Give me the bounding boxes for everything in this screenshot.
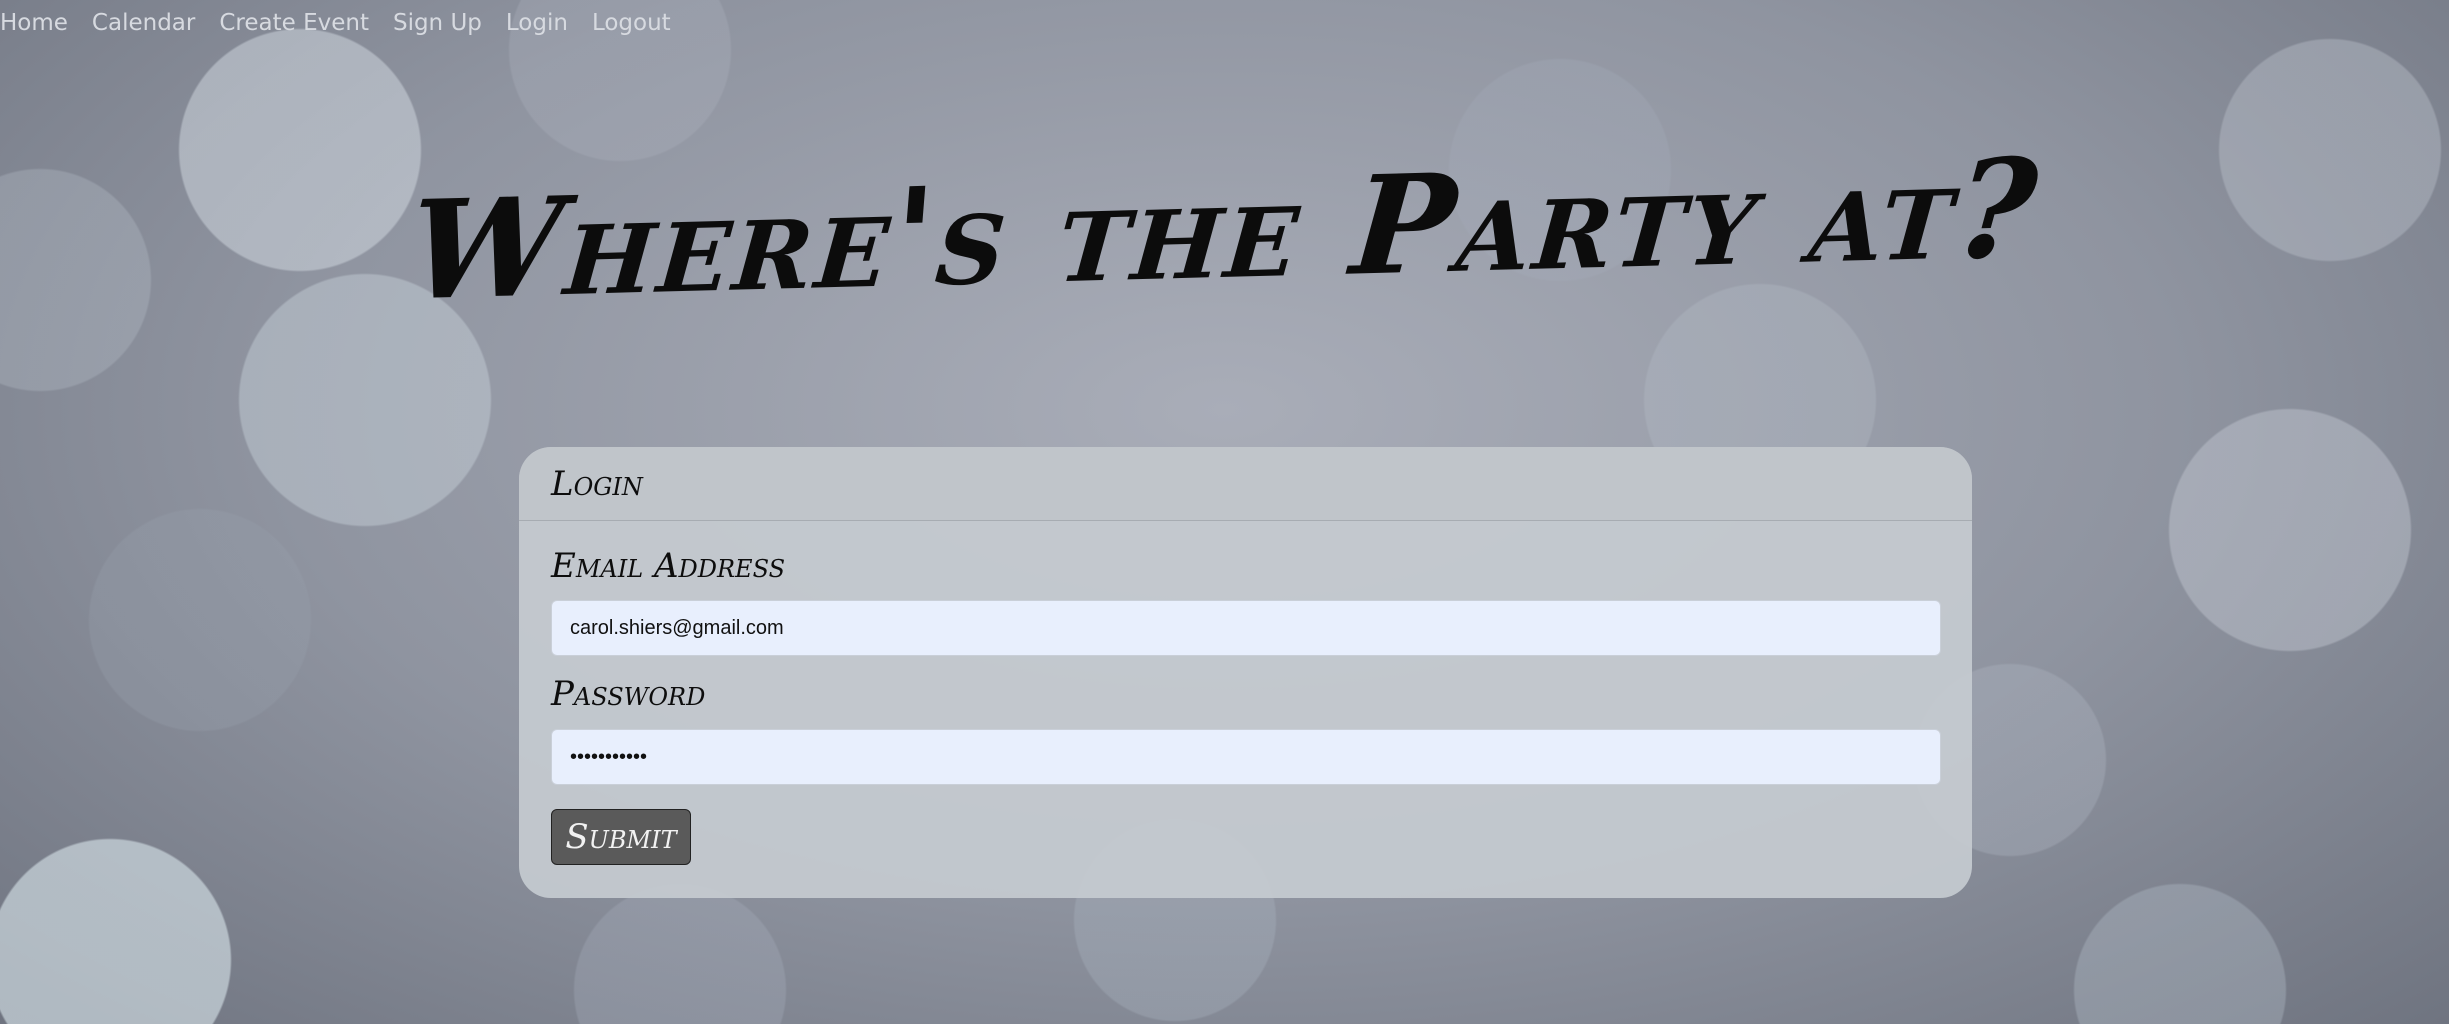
email-label: Email Address [551, 546, 786, 586]
login-card-title: Login [551, 463, 643, 504]
login-card: Login Email Address carol.shiers@gmail.c… [519, 447, 1972, 898]
nav-login-link[interactable]: Login [506, 10, 568, 36]
password-label: Password [551, 674, 706, 714]
password-field[interactable]: ••••••••••• [551, 729, 1941, 785]
login-card-header: Login [519, 447, 1972, 521]
top-nav: Home Calendar Create Event Sign Up Login… [0, 0, 695, 46]
submit-button[interactable]: Submit [551, 809, 691, 865]
email-field[interactable]: carol.shiers@gmail.com [551, 600, 1941, 656]
nav-create-event-link[interactable]: Create Event [219, 10, 369, 36]
nav-calendar-link[interactable]: Calendar [92, 10, 195, 36]
nav-logout-link[interactable]: Logout [592, 10, 671, 36]
nav-home-link[interactable]: Home [0, 10, 68, 36]
nav-sign-up-link[interactable]: Sign Up [393, 10, 482, 36]
